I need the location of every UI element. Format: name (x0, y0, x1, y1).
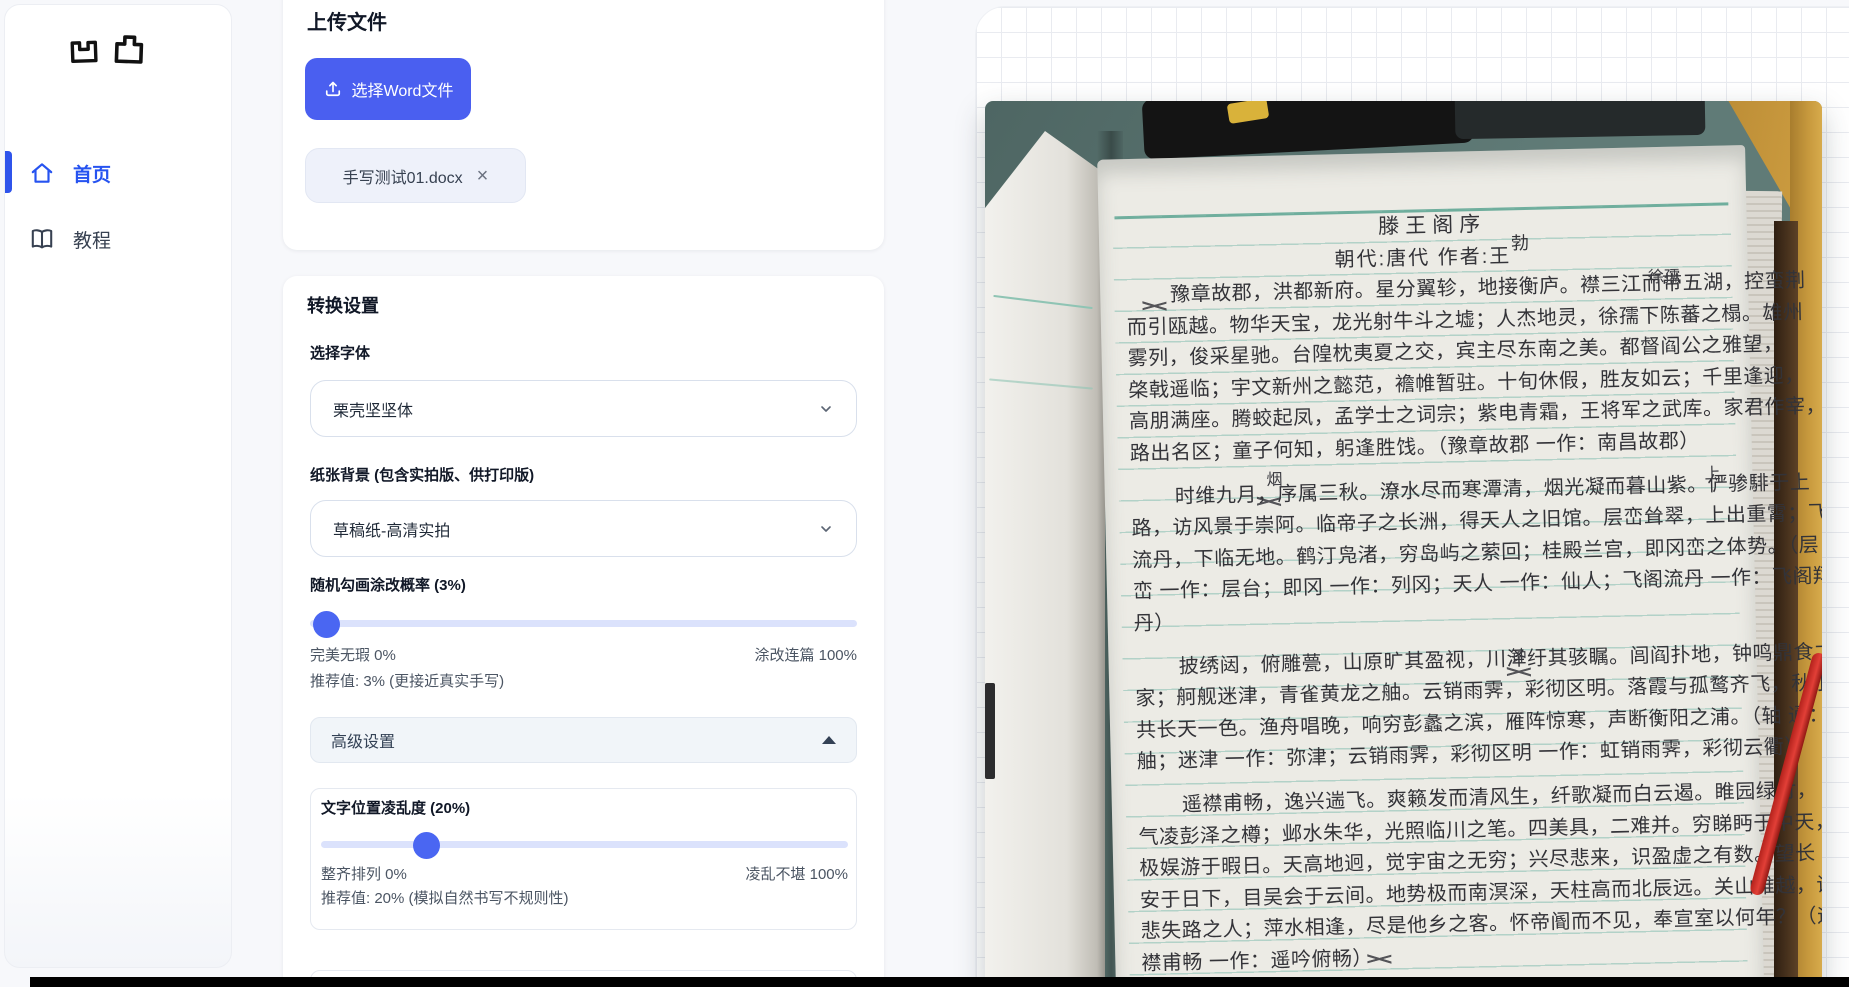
font-select-label: 选择字体 (310, 345, 371, 362)
advanced-settings-label: 高级设置 (331, 734, 396, 751)
handwriting-photo: 滕王阁序 朝代:唐代 作者:王勃 豫章故郡，洪都新府。星分翼轸，地接衡庐。襟三江… (985, 101, 1822, 987)
paper-select-value: 草稿纸-高清实拍 (333, 522, 451, 540)
paper-select[interactable]: 草稿纸-高清实拍 (310, 500, 857, 557)
pen-case (1141, 101, 1475, 160)
handwriting-note: 上 (1704, 465, 1721, 484)
scribble-slider[interactable] (310, 610, 857, 638)
uploaded-file-name: 手写测试01.docx (342, 169, 463, 187)
notebook-page: 滕王阁序 朝代:唐代 作者:王勃 豫章故郡，洪都新府。星分翼轸，地接衡庐。襟三江… (1097, 145, 1822, 987)
handwriting-text: 滕王阁序 朝代:唐代 作者:王勃 豫章故郡，洪都新府。星分翼轸，地接衡庐。襟三江… (1124, 203, 1822, 987)
app-logo (67, 31, 147, 69)
sidebar-item-label: 首页 (73, 164, 112, 186)
curl-rule-line (989, 378, 1093, 390)
book-icon (29, 226, 55, 252)
chevron-down-icon (818, 521, 834, 537)
home-icon (29, 160, 55, 186)
handwriting-note: 钟 (1510, 648, 1527, 666)
sidebar-item-label: 教程 (73, 230, 112, 252)
advanced-settings-panel: 文字位置凌乱度 (20%) 整齐排列 0% 凌乱不堪 100% 推荐值: 20%… (310, 788, 857, 930)
scribble-slider-label: 随机勾画涂改概率 (3%) (310, 577, 466, 594)
sidebar-item-tutorial[interactable]: 教程 (5, 217, 233, 261)
scribble-max-label: 涂改连篇 100% (754, 647, 857, 664)
select-word-file-label: 选择Word文件 (351, 83, 454, 100)
font-select[interactable]: 栗壳坚坚体 (310, 380, 857, 437)
handwriting-note: 烟 (1266, 471, 1283, 489)
paper-select-label: 纸张背景 (包含实拍版、供打印版) (310, 467, 535, 484)
advanced-settings-toggle[interactable]: 高级设置 (310, 717, 857, 763)
upload-card: 上传文件 选择Word文件 手写测试01.docx × (283, 0, 884, 250)
scribble-slider-thumb[interactable] (313, 610, 341, 638)
binder-clip (985, 683, 995, 779)
upload-title: 上传文件 (307, 12, 387, 34)
messiness-slider[interactable] (321, 831, 848, 859)
scribble-mark (1256, 493, 1282, 510)
font-select-value: 栗壳坚坚体 (333, 402, 414, 420)
remove-file-icon[interactable]: × (477, 166, 489, 186)
settings-title: 转换设置 (307, 296, 379, 316)
logo-concave-icon (67, 32, 101, 68)
settings-card: 转换设置 选择字体 栗壳坚坚体 纸张背景 (包含实拍版、供打印版) 草稿纸-高清… (283, 276, 884, 987)
handwriting-lines: 豫章故郡，洪都新府。星分翼轸，地接衡庐。襟三江而带五湖，控蛮荆 而引瓯越。物华天宝… (1126, 267, 1822, 987)
upload-icon (323, 79, 343, 99)
messiness-recommend: 推荐值: 20% (模拟自然书写不规则性) (321, 890, 569, 907)
sidebar-item-home[interactable]: 首页 (5, 151, 233, 195)
sidebar: 首页 教程 (4, 4, 232, 968)
messiness-slider-label: 文字位置凌乱度 (20%) (321, 800, 471, 817)
chevron-down-icon (818, 401, 834, 417)
messiness-min-label: 整齐排列 0% (321, 866, 407, 883)
notebook-left-page-curl (985, 131, 1105, 987)
uploaded-file-chip: 手写测试01.docx × (305, 148, 526, 203)
dark-object (1454, 101, 1706, 140)
scribble-mark (1142, 298, 1167, 314)
select-word-file-button[interactable]: 选择Word文件 (305, 58, 471, 120)
scribble-min-label: 完美无瑕 0% (310, 647, 396, 664)
scribble-mark (1506, 663, 1532, 680)
byline-main: 朝代:唐代 作者:王 (1334, 245, 1512, 272)
bottom-bar (30, 977, 1849, 987)
byline-superscript: 勃 (1510, 232, 1532, 254)
caret-up-icon (822, 736, 836, 744)
logo-convex-icon (111, 31, 147, 69)
scribble-mark (1367, 951, 1392, 967)
messiness-max-label: 凌乱不堪 100% (745, 866, 848, 883)
scribble-recommend: 推荐值: 3% (更接近真实手写) (310, 673, 505, 690)
curl-rule-line (993, 294, 1093, 310)
messiness-slider-thumb[interactable] (413, 831, 441, 859)
handwriting-note: 徐孺 (1647, 268, 1681, 287)
